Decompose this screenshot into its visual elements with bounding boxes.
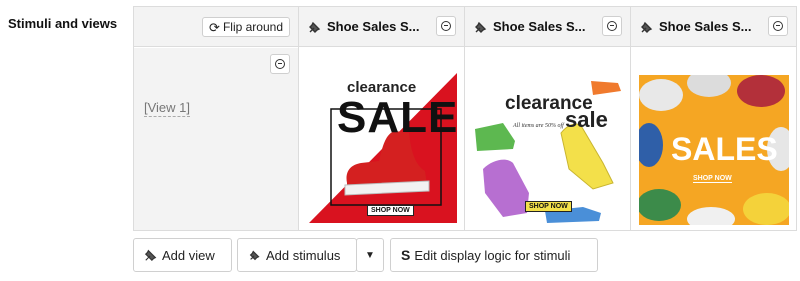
edit-display-logic-label: Edit display logic for stimuli [414, 247, 571, 263]
edit-display-logic-button[interactable]: S Edit display logic for stimuli [390, 238, 598, 272]
stimulus-title: Shoe Sales S... [659, 19, 752, 34]
minus-circle-icon [607, 21, 617, 31]
corner-header: ⟳ Flip around [134, 7, 298, 47]
logic-icon: S [401, 247, 411, 263]
flip-around-label: Flip around [222, 20, 283, 34]
add-stimulus-button[interactable]: Add stimulus [237, 238, 357, 272]
flip-around-button[interactable]: ⟳ Flip around [202, 17, 290, 37]
caret-down-icon: ▼ [365, 249, 375, 261]
ad-sub-text: All items are 50% off [513, 123, 564, 129]
section-label: Stimuli and views [8, 16, 118, 31]
pin-icon [309, 21, 321, 33]
stimulus-image-1[interactable]: clearance SALES SHOP NOW [309, 73, 457, 223]
add-view-label: Add view [162, 247, 215, 263]
minus-circle-icon [441, 21, 451, 31]
stimulus-header-3: Shoe Sales S... [631, 7, 796, 47]
shop-now-badge: SHOP NOW [693, 175, 732, 183]
ad-big-text: sale [565, 107, 608, 132]
remove-stimulus-button[interactable] [602, 16, 622, 36]
column-divider [630, 7, 631, 230]
stimulus-title: Shoe Sales S... [327, 19, 420, 34]
pin-icon [249, 250, 260, 261]
shop-now-badge: SHOP NOW [367, 205, 414, 216]
pin-icon [475, 21, 487, 33]
add-stimulus-label: Add stimulus [266, 247, 341, 263]
remove-view-button[interactable] [270, 54, 290, 74]
stimulus-title: Shoe Sales S... [493, 19, 586, 34]
ad-big-text: SALES [337, 93, 457, 142]
stimulus-header-2: Shoe Sales S... [465, 7, 630, 47]
remove-stimulus-button[interactable] [436, 16, 456, 36]
add-view-button[interactable]: Add view [133, 238, 232, 272]
shop-now-badge: SHOP NOW [525, 201, 572, 212]
stimulus-image-2[interactable]: clearance sale All items are 50% off SHO… [473, 73, 623, 225]
ad-big-text: SALES [671, 131, 778, 167]
stimulus-header-1: Shoe Sales S... [299, 7, 464, 47]
minus-circle-icon [275, 59, 285, 69]
stimulus-image-3[interactable]: SALES SHOP NOW [639, 75, 789, 225]
view-pin-icon [144, 249, 157, 262]
column-divider [464, 7, 465, 230]
view-label[interactable]: [View 1] [144, 100, 191, 117]
pin-icon [641, 21, 653, 33]
minus-circle-icon [773, 21, 783, 31]
stimuli-views-grid: ⟳ Flip around Shoe Sales S... Shoe Sales… [133, 6, 797, 231]
view-row-header: [View 1] [134, 48, 298, 230]
column-divider [298, 7, 299, 230]
refresh-icon: ⟳ [209, 19, 220, 35]
remove-stimulus-button[interactable] [768, 16, 788, 36]
add-stimulus-dropdown[interactable]: ▼ [356, 238, 384, 272]
